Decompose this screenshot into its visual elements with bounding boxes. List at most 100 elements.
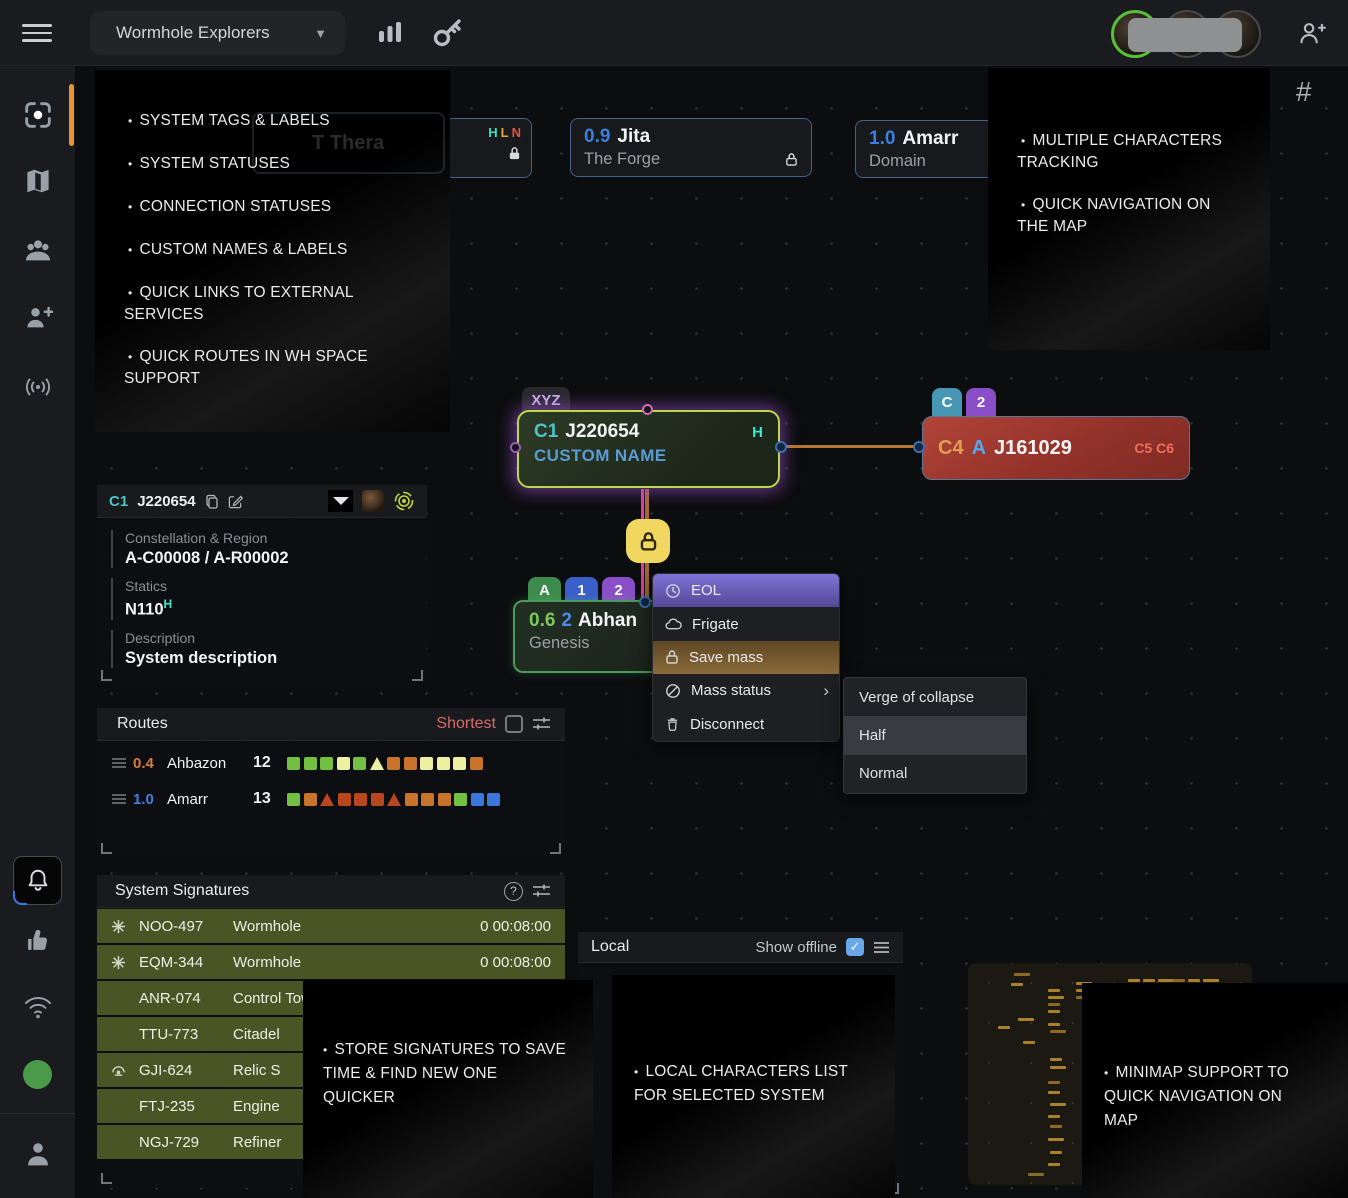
sidebar-item-map[interactable]: [0, 166, 75, 196]
add-character-icon[interactable]: [1298, 19, 1326, 47]
map-selector-dropdown[interactable]: Wormhole Explorers ▼: [90, 11, 345, 55]
menu-label: Save mass: [689, 649, 763, 666]
info-section-statics: Statics N110H: [111, 578, 427, 620]
menu-item-disconnect[interactable]: Disconnect: [653, 708, 839, 741]
route-row-ahbazon[interactable]: 0.4 Ahbazon 12: [97, 749, 565, 777]
sidebar-item-add-character[interactable]: [0, 303, 75, 333]
submenu-item-verge-of-collapse[interactable]: Verge of collapse: [844, 678, 1026, 716]
filter-sliders-icon[interactable]: [532, 883, 551, 899]
users-icon: [22, 236, 54, 266]
hash-routes-icon[interactable]: #: [1296, 76, 1326, 108]
route-segment: [420, 757, 433, 770]
features-right-list: MULTIPLE CHARACTERS TRACKINGQUICK NAVIGA…: [988, 130, 1270, 237]
signature-id: TTU-773: [139, 1026, 233, 1043]
shortest-toggle-label[interactable]: Shortest: [436, 715, 496, 733]
user-plus-icon: [23, 303, 53, 333]
minimap-system-marker: [1143, 979, 1155, 982]
menu-item-frigate[interactable]: Frigate: [653, 607, 839, 640]
route-segment: [304, 793, 317, 806]
connection-lock-badge[interactable]: [626, 519, 670, 563]
panel-title: Local: [591, 938, 629, 956]
route-segment: [287, 757, 300, 770]
minimap-system-marker: [1048, 989, 1060, 992]
connection-point-left[interactable]: [510, 442, 521, 453]
info-section-constellation: Constellation & Region A-C00008 / A-R000…: [111, 530, 427, 568]
mass-status-submenu: Verge of collapse Half Normal: [843, 677, 1027, 794]
menu-label: Frigate: [692, 616, 739, 633]
clock-icon: [665, 583, 681, 599]
signature-row[interactable]: NOO-497 Wormhole 0 00:08:00: [97, 909, 565, 943]
menu-item-mass-status[interactable]: Mass status ›: [653, 674, 839, 707]
security-status: 0.9: [584, 126, 610, 148]
custom-name: CUSTOM NAME: [534, 446, 667, 466]
sidebar-item-characters[interactable]: [0, 236, 75, 266]
minimap-system-marker: [1050, 1058, 1062, 1061]
route-segment: [354, 793, 367, 806]
connection-point-home-right[interactable]: [775, 441, 787, 453]
sidebar-item-tracking[interactable]: [0, 98, 75, 132]
signature-row[interactable]: EQM-344 Wormhole 0 00:08:00: [97, 945, 565, 979]
route-security: 1.0: [133, 791, 167, 808]
help-icon[interactable]: ?: [504, 882, 523, 901]
key-icon[interactable]: [430, 14, 466, 50]
drag-handle-icon[interactable]: [111, 757, 133, 769]
drag-handle-icon[interactable]: [111, 793, 133, 805]
edit-icon[interactable]: [228, 494, 243, 509]
menu-icon[interactable]: [873, 941, 890, 954]
effect-badge: A: [972, 437, 986, 460]
connection-point-c4-left[interactable]: [913, 441, 925, 453]
mass-status-icon: [665, 683, 681, 699]
planet-thumbnail[interactable]: [362, 490, 384, 512]
node-badge[interactable]: C: [932, 388, 962, 416]
menu-label: Disconnect: [690, 716, 764, 733]
bell-icon: [25, 867, 51, 895]
node-j161029[interactable]: C4 A J161029 C5 C6: [922, 416, 1190, 480]
connection-point-top[interactable]: [642, 404, 653, 415]
region-name: Genesis: [529, 634, 590, 653]
minimap-system-marker: [1173, 979, 1185, 982]
region-name: Domain: [869, 152, 926, 171]
connection-home-c4[interactable]: [782, 445, 920, 448]
shortest-checkbox[interactable]: [505, 715, 523, 733]
copy-icon[interactable]: [205, 494, 219, 509]
sidebar-item-notifications[interactable]: [13, 856, 62, 905]
sidebar-item-feedback[interactable]: [0, 926, 75, 954]
system-name: J220654: [565, 421, 639, 443]
info-value: A-C00008 / A-R00002: [125, 549, 427, 568]
statistics-icon[interactable]: [377, 19, 403, 46]
show-offline-label: Show offline: [756, 939, 837, 956]
menu-item-eol[interactable]: EOL: [653, 574, 839, 607]
feature-bullet: QUICK ROUTES IN WH SPACE SUPPORT: [124, 346, 376, 389]
system-name: J161029: [994, 437, 1072, 460]
connection-point-abhan-top[interactable]: [639, 596, 651, 608]
route-segments: [287, 757, 483, 770]
features-callout-right: MULTIPLE CHARACTERS TRACKINGQUICK NAVIGA…: [988, 68, 1270, 350]
filter-sliders-icon[interactable]: [532, 716, 551, 732]
minimap-system-marker: [1048, 1023, 1060, 1026]
route-segment: [470, 757, 483, 770]
info-label: Statics: [125, 578, 427, 594]
route-segment: [454, 793, 467, 806]
minimap-system-marker: [1048, 1010, 1060, 1013]
node-jita[interactable]: 0.9 Jita The Forge: [570, 118, 812, 177]
route-segment: [387, 757, 400, 770]
static-badge: H: [752, 424, 763, 441]
node-home-j220654[interactable]: C1 J220654 H CUSTOM NAME: [517, 410, 780, 488]
submenu-item-normal[interactable]: Normal: [844, 755, 1026, 793]
show-offline-checkbox[interactable]: ✓: [846, 938, 864, 956]
signal-icon: [21, 374, 55, 400]
hamburger-menu-icon[interactable]: [22, 24, 52, 42]
sidebar-item-broadcast[interactable]: [0, 374, 75, 400]
node-edge[interactable]: H L N: [445, 118, 532, 178]
map-selector-value: Wormhole Explorers: [116, 23, 270, 43]
menu-item-save-mass[interactable]: Save mass: [653, 641, 839, 674]
node-abhan[interactable]: 0.6 2 Abhan Genesis: [513, 600, 671, 673]
minimap-system-marker: [1048, 996, 1064, 999]
node-badge[interactable]: 2: [966, 388, 996, 416]
route-row-amarr[interactable]: 1.0 Amarr 13: [97, 785, 565, 813]
rating-icon[interactable]: [328, 490, 353, 512]
effect-target-icon[interactable]: [393, 490, 415, 512]
route-segment: [370, 757, 384, 770]
sidebar-item-profile[interactable]: [0, 1138, 75, 1170]
submenu-item-half[interactable]: Half: [844, 716, 1026, 754]
